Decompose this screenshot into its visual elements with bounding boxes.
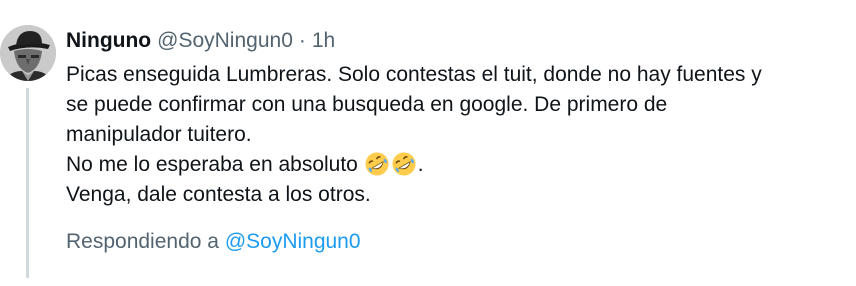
separator-dot: · <box>298 29 306 52</box>
tweet[interactable]: Ninguno @SoyNingun0 · 1h Picas enseguida… <box>0 0 856 286</box>
tweet-header: Ninguno @SoyNingun0 · 1h <box>66 27 335 55</box>
replying-to-label: Respondiendo a <box>66 230 219 253</box>
avatar[interactable] <box>0 25 56 81</box>
author-handle[interactable]: @SoyNingun0 <box>157 29 293 53</box>
avatar-image <box>0 25 56 81</box>
tweet-text-fragment: . <box>417 153 424 176</box>
tweet-text-fragment: No me lo esperaba en absoluto <box>66 153 358 176</box>
timestamp[interactable]: 1h <box>312 29 335 53</box>
tweet-text-line: Picas enseguida Lumbreras. Solo contesta… <box>66 63 762 86</box>
rolling-on-the-floor-laughing-emoji-icon <box>365 152 389 176</box>
tweet-text-line: Venga, dale contesta a los otros. <box>66 183 371 206</box>
replying-to-handle-link[interactable]: @SoyNingun0 <box>225 230 361 253</box>
thread-line <box>26 88 29 278</box>
rolling-on-the-floor-laughing-emoji-icon <box>392 152 416 176</box>
tweet-text-line: se puede confirmar con una busqueda en g… <box>66 93 668 116</box>
replying-to: Respondiendo a @SoyNingun0 <box>66 230 361 254</box>
author-name[interactable]: Ninguno <box>66 29 151 53</box>
tweet-text-line: manipulador tuitero. <box>66 123 252 146</box>
tweet-text: Picas enseguida Lumbreras. Solo contesta… <box>66 60 846 210</box>
tweet-text-line-with-emoji: No me lo esperaba en absoluto . <box>66 150 846 180</box>
